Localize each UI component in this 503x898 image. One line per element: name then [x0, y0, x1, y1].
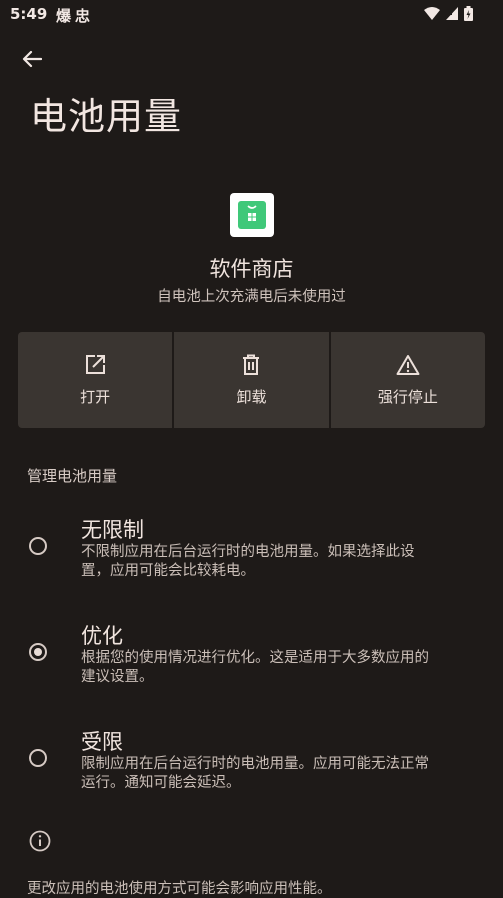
option-desc-optimized: 根据您的使用情况进行优化。这是适用于大多数应用的 建议设置。	[81, 649, 473, 687]
option-title-unrestricted: 无限制	[81, 518, 144, 542]
uninstall-button-label: 卸载	[236, 387, 267, 406]
option-desc-line: 限制应用在后台运行时的电池用量。应用可能无法正常	[81, 756, 429, 772]
open-external-icon	[86, 354, 106, 374]
option-desc-line: 根据您的使用情况进行优化。这是适用于大多数应用的	[81, 650, 429, 666]
option-desc-restricted: 限制应用在后台运行时的电池用量。应用可能无法正常 运行。通知可能会延迟。	[81, 755, 473, 793]
wifi-icon	[424, 6, 440, 20]
radio-optimized[interactable]	[29, 643, 47, 661]
footer-note: 更改应用的电池使用方式可能会影响应用性能。	[27, 881, 332, 897]
info-icon	[29, 830, 51, 852]
radio-restricted[interactable]	[29, 749, 47, 767]
action-button-row: 打开 卸载 强行停止	[18, 332, 485, 428]
option-desc-line: 不限制应用在后台运行时的电池用量。如果选择此设	[81, 544, 415, 560]
warning-icon	[396, 354, 420, 375]
option-optimized[interactable]: 优化 根据您的使用情况进行优化。这是适用于大多数应用的 建议设置。	[0, 611, 503, 701]
battery-icon	[464, 6, 473, 21]
force-stop-button[interactable]: 强行停止	[330, 332, 485, 428]
page-title: 电池用量	[30, 95, 182, 138]
status-icons	[424, 6, 473, 21]
option-title-restricted: 受限	[81, 730, 123, 754]
app-store-icon	[230, 193, 274, 237]
app-usage-summary: 自电池上次充满电后未使用过	[157, 289, 346, 305]
option-unrestricted[interactable]: 无限制 不限制应用在后台运行时的电池用量。如果选择此设 置，应用可能会比较耗电。	[0, 505, 503, 595]
status-bar: 5:49 爆 忠	[0, 0, 503, 30]
section-header: 管理电池用量	[27, 467, 118, 485]
option-title-optimized: 优化	[81, 624, 123, 648]
app-name: 软件商店	[209, 257, 294, 281]
option-desc-line: 置，应用可能会比较耗电。	[81, 563, 255, 579]
uninstall-button[interactable]: 卸载	[174, 332, 329, 428]
arrow-back-icon	[22, 50, 42, 68]
signal-icon	[446, 6, 458, 20]
radio-unrestricted[interactable]	[29, 537, 47, 555]
force-stop-button-label: 强行停止	[377, 387, 438, 406]
option-restricted[interactable]: 受限 限制应用在后台运行时的电池用量。应用可能无法正常 运行。通知可能会延迟。	[0, 717, 503, 807]
open-button-label: 打开	[80, 387, 111, 406]
option-desc-line: 建议设置。	[81, 669, 154, 685]
back-button[interactable]	[16, 44, 48, 74]
status-time: 5:49	[10, 5, 48, 23]
option-desc-unrestricted: 不限制应用在后台运行时的电池用量。如果选择此设 置，应用可能会比较耗电。	[81, 543, 473, 581]
trash-icon	[243, 354, 260, 375]
open-button[interactable]: 打开	[18, 332, 173, 428]
notification-icon-1: 爆	[56, 7, 72, 25]
notification-icon-2: 忠	[75, 7, 91, 25]
option-desc-line: 运行。通知可能会延迟。	[81, 775, 241, 791]
